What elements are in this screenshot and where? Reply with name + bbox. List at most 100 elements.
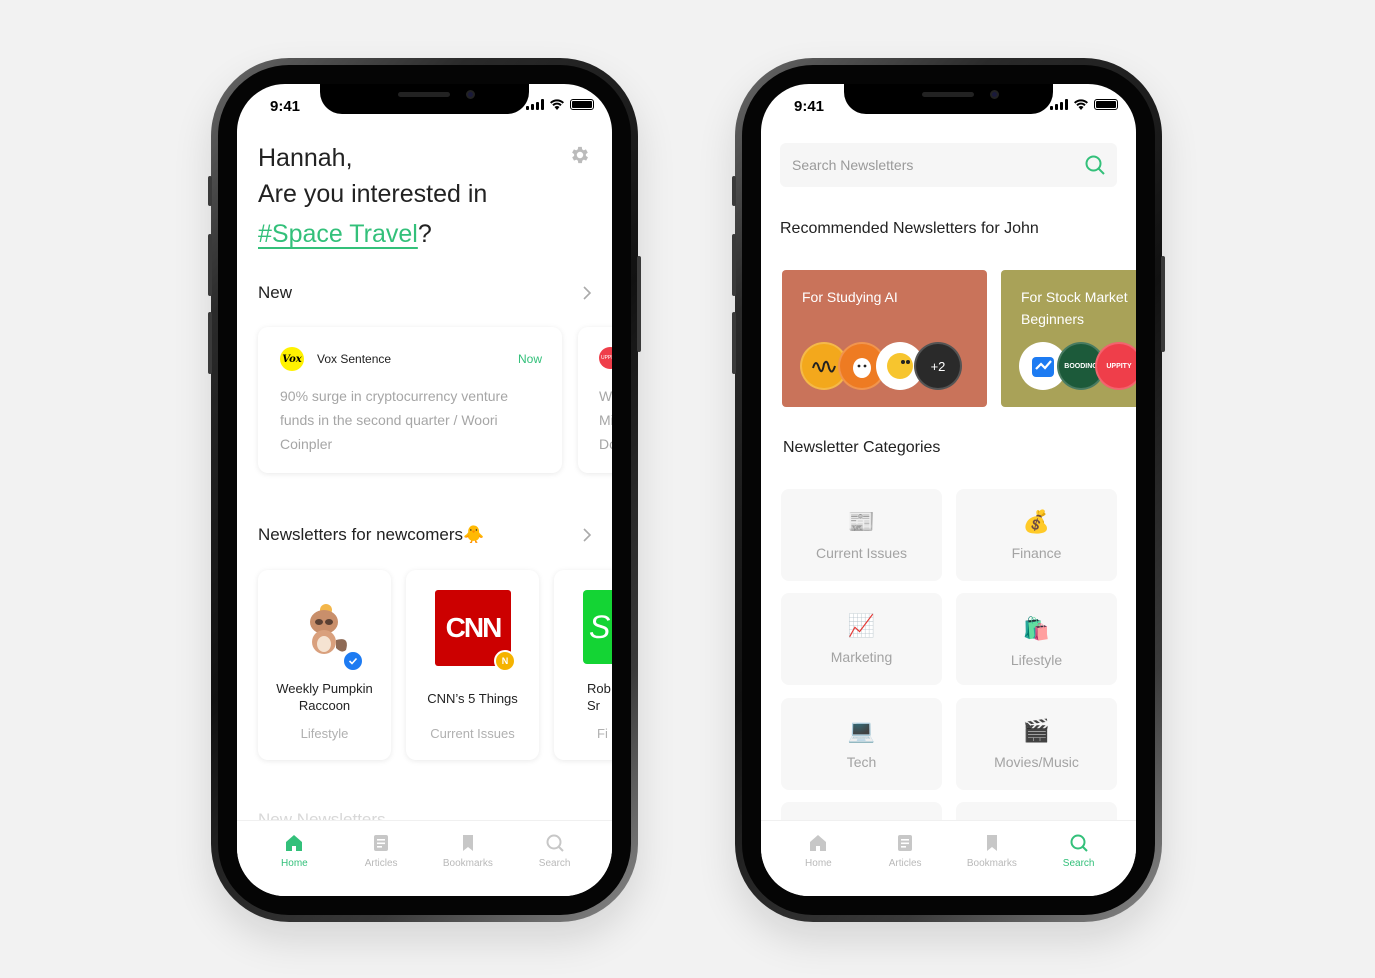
tab-home[interactable]: Home [259,833,329,896]
recommended-title: Recommended Newsletters for John [780,220,1039,237]
category-current-issues[interactable]: 📰 Current Issues [781,489,942,581]
greeting-question: Are you interested in [258,180,488,208]
search-icon[interactable] [1084,154,1106,176]
verified-check-badge [342,650,364,672]
interest-tag-link[interactable]: #Space Travel [258,220,418,248]
battery-icon [570,99,594,110]
newsletter-card-cnn[interactable]: CNN N CNN’s 5 Things Current Issues [406,570,539,760]
avatar-uppity: UPPITY [1095,342,1136,390]
new-section-title: New [258,283,293,302]
mute-switch [732,176,736,206]
category-label: Current Issues [815,545,908,561]
new-article-card-partial[interactable]: UPPITY Wi Mi Dc [578,327,612,473]
volume-down-button [208,312,212,374]
category-label: Marketing [830,649,893,665]
chevron-right-icon[interactable] [580,286,594,300]
signal-icon [1050,99,1068,110]
category-label: Tech [846,754,877,770]
search-bar [780,143,1117,187]
tab-articles[interactable]: Articles [346,833,416,896]
tab-label: Bookmarks [966,858,1017,869]
rec-card-stock-market[interactable]: For Stock Market Beginners BOODING UPPIT… [1001,270,1136,407]
gear-icon[interactable] [569,144,591,166]
rec-card-title: For Stock Market Beginners [1021,289,1128,327]
articles-icon [898,835,913,851]
wifi-icon [1074,99,1088,110]
volume-up-button [208,234,212,296]
home-icon [286,835,303,851]
newsletter-category: Lifestyle [300,726,349,741]
greeting-name: Hannah, [258,144,353,172]
money-bag-icon: 💰 [1022,509,1051,534]
tab-bookmarks[interactable]: Bookmarks [433,833,503,896]
tab-search[interactable]: Search [1044,833,1114,896]
newsletter-category: Current Issues [430,726,515,741]
search-screen: 9:41 Recommended Newsletters for John Fo… [761,84,1136,896]
article-headline: 90% surge in cryptocurrency venture fund… [280,388,508,452]
power-button [1161,256,1165,352]
search-icon [1070,834,1088,852]
article-source: Vox Sentence [317,352,392,366]
category-tech[interactable]: 💻 Tech [781,698,942,790]
greeting: Hannah, Are you interested in #Space Tra… [258,140,487,252]
laptop-icon: 💻 [847,718,876,743]
tab-label: Search [1062,858,1095,869]
mute-switch [208,176,212,206]
tab-bookmarks[interactable]: Bookmarks [957,833,1027,896]
newsletter-category-partial: Fi [597,726,608,741]
volume-up-button [732,234,736,296]
search-input[interactable] [792,143,1072,187]
tab-label: Bookmarks [442,858,493,869]
newspaper-icon: 📰 [847,509,876,534]
vox-logo: Vox [280,347,304,371]
chart-up-icon: 📈 [847,613,876,638]
tab-search[interactable]: Search [520,833,590,896]
category-marketing[interactable]: 📈 Marketing [781,593,942,685]
avatar-more-count: +2 [914,342,962,390]
newsletter-name-partial: Rob Sr [587,681,611,713]
phone-home: 9:41 Hannah, Are you interested in #Spac… [208,58,641,922]
category-finance[interactable]: 💰 Finance [956,489,1117,581]
notch [844,84,1053,114]
tab-bar: Home Articles Bookmarks Search [761,820,1136,896]
tab-label: Home [281,858,308,869]
categories-title: Newsletter Categories [783,439,941,456]
status-icons [1050,99,1118,110]
category-label: Movies/Music [994,754,1079,770]
newsletter-card-partial[interactable]: S Rob Sr Fi [554,570,612,760]
newcomers-section-title: Newsletters for newcomers🐥 [258,525,485,544]
articles-icon [374,835,389,851]
home-screen: 9:41 Hannah, Are you interested in #Spac… [237,84,612,896]
home-icon [810,835,827,851]
bookmark-icon [986,835,997,851]
uppity-logo: UPPITY [599,347,612,369]
notch [320,84,529,114]
wifi-icon [550,99,564,110]
tab-articles[interactable]: Articles [870,833,940,896]
greeting-suffix: ? [417,220,432,248]
chevron-right-icon[interactable] [580,528,594,542]
new-badge: N [494,650,516,672]
tab-label: Search [538,858,571,869]
article-time: Now [517,352,542,366]
tab-label: Home [805,858,832,869]
tab-bar: Home Articles Bookmarks Search [237,820,612,896]
volume-down-button [732,312,736,374]
tab-label: Articles [364,858,398,869]
power-button [637,256,641,352]
category-label: Finance [1011,545,1062,561]
category-movies-music[interactable]: 🎬 Movies/Music [956,698,1117,790]
raccoon-mascot-icon [310,604,347,654]
tab-label: Articles [888,858,922,869]
category-label: Lifestyle [1010,652,1063,668]
clapper-board-icon: 🎬 [1022,718,1051,743]
status-time: 9:41 [794,98,825,115]
rec-card-title: For Studying AI [802,289,898,305]
new-article-card[interactable]: Vox Vox Sentence Now 90% surge in crypto… [258,327,562,473]
newsletter-card-raccoon[interactable]: Weekly Pumpkin Raccoon Lifestyle [258,570,391,760]
category-lifestyle[interactable]: 🛍️ Lifestyle [956,593,1117,685]
tab-home[interactable]: Home [783,833,853,896]
rec-card-studying-ai[interactable]: For Studying AI +2 [782,270,987,407]
newsletter-avatars: +2 [800,342,962,390]
newsletter-avatars: BOODING UPPITY [1019,342,1136,390]
